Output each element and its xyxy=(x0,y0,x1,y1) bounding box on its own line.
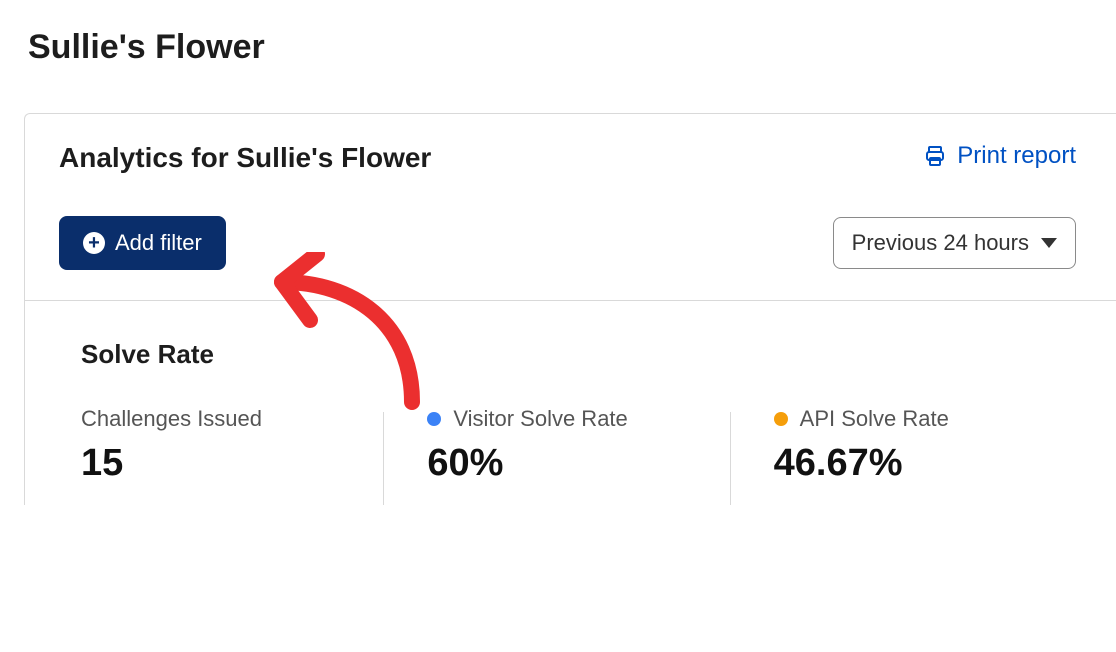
stat-visitor-solve-rate: Visitor Solve Rate 60% xyxy=(383,406,729,505)
stat-label: API Solve Rate xyxy=(774,406,1036,432)
stat-value: 46.67% xyxy=(774,442,1036,485)
stat-value: 60% xyxy=(427,442,689,485)
analytics-heading: Analytics for Sullie's Flower xyxy=(59,142,431,174)
stat-challenges-issued: Challenges Issued 15 xyxy=(81,406,383,505)
add-filter-button[interactable]: + Add filter xyxy=(59,216,226,270)
dot-icon xyxy=(427,412,441,426)
chevron-down-icon xyxy=(1041,238,1057,248)
stat-label-text: Challenges Issued xyxy=(81,406,262,432)
stat-label-text: Visitor Solve Rate xyxy=(453,406,627,432)
print-report-label: Print report xyxy=(957,142,1076,170)
analytics-card: Analytics for Sullie's Flower Print repo… xyxy=(24,113,1116,505)
controls-row: + Add filter Previous 24 hours xyxy=(25,174,1116,301)
stat-value: 15 xyxy=(81,442,343,485)
print-report-link[interactable]: Print report xyxy=(923,142,1076,170)
plus-circle-icon: + xyxy=(83,232,105,254)
time-range-label: Previous 24 hours xyxy=(852,230,1029,256)
stats-row: Challenges Issued 15 Visitor Solve Rate … xyxy=(81,406,1076,505)
add-filter-label: Add filter xyxy=(115,230,202,256)
print-icon xyxy=(923,144,947,168)
stat-label: Visitor Solve Rate xyxy=(427,406,689,432)
time-range-dropdown[interactable]: Previous 24 hours xyxy=(833,217,1076,269)
page-title: Sullie's Flower xyxy=(28,28,1116,67)
solve-rate-heading: Solve Rate xyxy=(81,339,1076,370)
stat-label-text: API Solve Rate xyxy=(800,406,949,432)
solve-rate-section: Solve Rate Challenges Issued 15 Visitor … xyxy=(25,301,1116,505)
stat-api-solve-rate: API Solve Rate 46.67% xyxy=(730,406,1076,505)
dot-icon xyxy=(774,412,788,426)
stat-label: Challenges Issued xyxy=(81,406,343,432)
card-header: Analytics for Sullie's Flower Print repo… xyxy=(25,142,1116,174)
